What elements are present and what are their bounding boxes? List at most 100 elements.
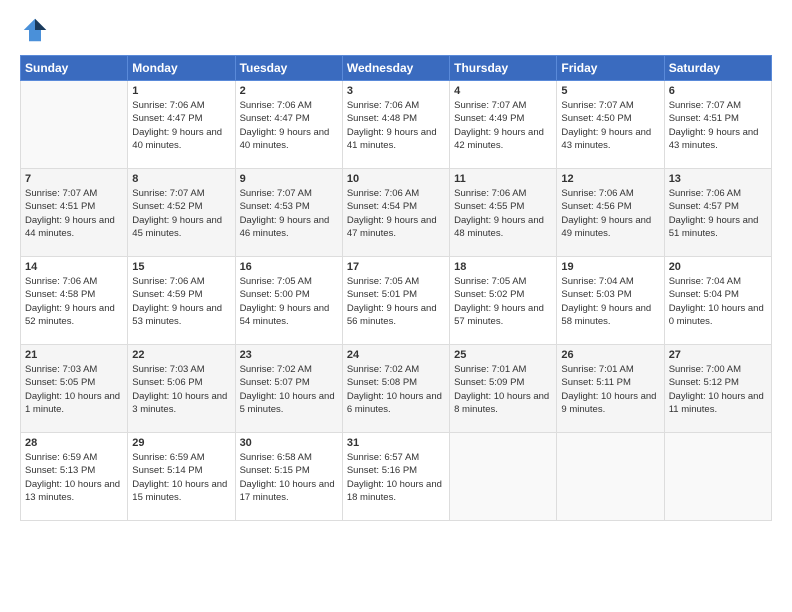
day-number: 15 [132, 261, 230, 273]
logo [20, 15, 55, 45]
day-number: 26 [561, 349, 659, 361]
day-info: Sunrise: 7:06 AM Sunset: 4:47 PM Dayligh… [240, 99, 338, 152]
day-info: Sunrise: 7:06 AM Sunset: 4:56 PM Dayligh… [561, 187, 659, 240]
calendar-day-header: Wednesday [342, 56, 449, 81]
calendar-cell: 3 Sunrise: 7:06 AM Sunset: 4:48 PM Daylig… [342, 81, 449, 169]
day-number: 12 [561, 173, 659, 185]
day-info: Sunrise: 7:07 AM Sunset: 4:51 PM Dayligh… [669, 99, 767, 152]
calendar-cell: 31 Sunrise: 6:57 AM Sunset: 5:16 PM Dayli… [342, 433, 449, 521]
day-info: Sunrise: 7:05 AM Sunset: 5:02 PM Dayligh… [454, 275, 552, 328]
day-info: Sunrise: 7:01 AM Sunset: 5:09 PM Dayligh… [454, 363, 552, 416]
calendar-cell: 18 Sunrise: 7:05 AM Sunset: 5:02 PM Dayli… [450, 257, 557, 345]
calendar-week-row: 28Sunrise: 6:59 AM Sunset: 5:13 PM Dayli… [21, 433, 772, 521]
calendar-cell: 12 Sunrise: 7:06 AM Sunset: 4:56 PM Dayli… [557, 169, 664, 257]
day-number: 30 [240, 437, 338, 449]
calendar-cell [450, 433, 557, 521]
calendar-cell: 28Sunrise: 6:59 AM Sunset: 5:13 PM Dayli… [21, 433, 128, 521]
day-info: Sunrise: 7:07 AM Sunset: 4:53 PM Dayligh… [240, 187, 338, 240]
calendar-day-header: Sunday [21, 56, 128, 81]
day-info: Sunrise: 7:00 AM Sunset: 5:12 PM Dayligh… [669, 363, 767, 416]
calendar-cell: 9Sunrise: 7:07 AM Sunset: 4:53 PM Daylig… [235, 169, 342, 257]
calendar-cell: 19 Sunrise: 7:04 AM Sunset: 5:03 PM Dayli… [557, 257, 664, 345]
day-number: 4 [454, 85, 552, 97]
header [20, 15, 772, 45]
day-info: Sunrise: 6:57 AM Sunset: 5:16 PM Dayligh… [347, 451, 445, 504]
calendar-cell: 20 Sunrise: 7:04 AM Sunset: 5:04 PM Dayli… [664, 257, 771, 345]
calendar-cell: 24 Sunrise: 7:02 AM Sunset: 5:08 PM Dayli… [342, 345, 449, 433]
day-info: Sunrise: 7:05 AM Sunset: 5:00 PM Dayligh… [240, 275, 338, 328]
calendar-cell [557, 433, 664, 521]
calendar-cell: 26 Sunrise: 7:01 AM Sunset: 5:11 PM Dayli… [557, 345, 664, 433]
calendar-cell: 13Sunrise: 7:06 AM Sunset: 4:57 PM Dayli… [664, 169, 771, 257]
calendar-week-row: 21 Sunrise: 7:03 AM Sunset: 5:05 PM Dayli… [21, 345, 772, 433]
day-number: 19 [561, 261, 659, 273]
calendar-cell: 1Sunrise: 7:06 AM Sunset: 4:47 PM Daylig… [128, 81, 235, 169]
day-info: Sunrise: 7:03 AM Sunset: 5:05 PM Dayligh… [25, 363, 123, 416]
day-number: 8 [132, 173, 230, 185]
day-number: 23 [240, 349, 338, 361]
day-info: Sunrise: 7:06 AM Sunset: 4:55 PM Dayligh… [454, 187, 552, 240]
day-info: Sunrise: 6:59 AM Sunset: 5:13 PM Dayligh… [25, 451, 123, 504]
calendar-cell [21, 81, 128, 169]
calendar-cell: 16 Sunrise: 7:05 AM Sunset: 5:00 PM Dayli… [235, 257, 342, 345]
calendar-cell: 14 Sunrise: 7:06 AM Sunset: 4:58 PM Dayli… [21, 257, 128, 345]
day-info: Sunrise: 7:07 AM Sunset: 4:49 PM Dayligh… [454, 99, 552, 152]
day-number: 31 [347, 437, 445, 449]
day-number: 16 [240, 261, 338, 273]
day-info: Sunrise: 7:07 AM Sunset: 4:52 PM Dayligh… [132, 187, 230, 240]
day-info: Sunrise: 7:03 AM Sunset: 5:06 PM Dayligh… [132, 363, 230, 416]
calendar-day-header: Monday [128, 56, 235, 81]
calendar-day-header: Thursday [450, 56, 557, 81]
calendar-week-row: 1Sunrise: 7:06 AM Sunset: 4:47 PM Daylig… [21, 81, 772, 169]
calendar-cell: 2 Sunrise: 7:06 AM Sunset: 4:47 PM Daylig… [235, 81, 342, 169]
calendar-cell: 8 Sunrise: 7:07 AM Sunset: 4:52 PM Daylig… [128, 169, 235, 257]
calendar-cell: 22 Sunrise: 7:03 AM Sunset: 5:06 PM Dayli… [128, 345, 235, 433]
day-number: 2 [240, 85, 338, 97]
day-number: 14 [25, 261, 123, 273]
calendar-day-header: Saturday [664, 56, 771, 81]
day-info: Sunrise: 7:07 AM Sunset: 4:51 PM Dayligh… [25, 187, 123, 240]
calendar-header-row: SundayMondayTuesdayWednesdayThursdayFrid… [21, 56, 772, 81]
calendar-cell: 21 Sunrise: 7:03 AM Sunset: 5:05 PM Dayli… [21, 345, 128, 433]
day-info: Sunrise: 7:01 AM Sunset: 5:11 PM Dayligh… [561, 363, 659, 416]
day-info: Sunrise: 7:02 AM Sunset: 5:08 PM Dayligh… [347, 363, 445, 416]
logo-icon [20, 15, 50, 45]
calendar-day-header: Tuesday [235, 56, 342, 81]
calendar-cell: 5 Sunrise: 7:07 AM Sunset: 4:50 PM Daylig… [557, 81, 664, 169]
calendar-cell: 15Sunrise: 7:06 AM Sunset: 4:59 PM Dayli… [128, 257, 235, 345]
day-number: 6 [669, 85, 767, 97]
day-number: 11 [454, 173, 552, 185]
calendar-cell: 4 Sunrise: 7:07 AM Sunset: 4:49 PM Daylig… [450, 81, 557, 169]
day-info: Sunrise: 7:06 AM Sunset: 4:47 PM Dayligh… [132, 99, 230, 152]
calendar-cell: 6 Sunrise: 7:07 AM Sunset: 4:51 PM Daylig… [664, 81, 771, 169]
day-number: 7 [25, 173, 123, 185]
day-number: 18 [454, 261, 552, 273]
day-number: 22 [132, 349, 230, 361]
day-info: Sunrise: 7:04 AM Sunset: 5:03 PM Dayligh… [561, 275, 659, 328]
calendar-cell: 7 Sunrise: 7:07 AM Sunset: 4:51 PM Daylig… [21, 169, 128, 257]
day-number: 5 [561, 85, 659, 97]
day-info: Sunrise: 7:02 AM Sunset: 5:07 PM Dayligh… [240, 363, 338, 416]
day-number: 29 [132, 437, 230, 449]
day-info: Sunrise: 7:04 AM Sunset: 5:04 PM Dayligh… [669, 275, 767, 328]
calendar-cell: 17Sunrise: 7:05 AM Sunset: 5:01 PM Dayli… [342, 257, 449, 345]
day-info: Sunrise: 7:06 AM Sunset: 4:48 PM Dayligh… [347, 99, 445, 152]
calendar-cell: 30 Sunrise: 6:58 AM Sunset: 5:15 PM Dayli… [235, 433, 342, 521]
day-info: Sunrise: 7:06 AM Sunset: 4:58 PM Dayligh… [25, 275, 123, 328]
calendar-cell: 29 Sunrise: 6:59 AM Sunset: 5:14 PM Dayli… [128, 433, 235, 521]
day-number: 24 [347, 349, 445, 361]
calendar-cell: 23 Sunrise: 7:02 AM Sunset: 5:07 PM Dayli… [235, 345, 342, 433]
calendar-week-row: 14 Sunrise: 7:06 AM Sunset: 4:58 PM Dayli… [21, 257, 772, 345]
page: SundayMondayTuesdayWednesdayThursdayFrid… [0, 0, 792, 612]
day-number: 3 [347, 85, 445, 97]
day-info: Sunrise: 7:07 AM Sunset: 4:50 PM Dayligh… [561, 99, 659, 152]
day-number: 17 [347, 261, 445, 273]
calendar-week-row: 7 Sunrise: 7:07 AM Sunset: 4:51 PM Daylig… [21, 169, 772, 257]
calendar-cell [664, 433, 771, 521]
day-info: Sunrise: 6:59 AM Sunset: 5:14 PM Dayligh… [132, 451, 230, 504]
day-number: 20 [669, 261, 767, 273]
day-info: Sunrise: 6:58 AM Sunset: 5:15 PM Dayligh… [240, 451, 338, 504]
calendar-cell: 25Sunrise: 7:01 AM Sunset: 5:09 PM Dayli… [450, 345, 557, 433]
calendar-cell: 10Sunrise: 7:06 AM Sunset: 4:54 PM Dayli… [342, 169, 449, 257]
day-number: 21 [25, 349, 123, 361]
